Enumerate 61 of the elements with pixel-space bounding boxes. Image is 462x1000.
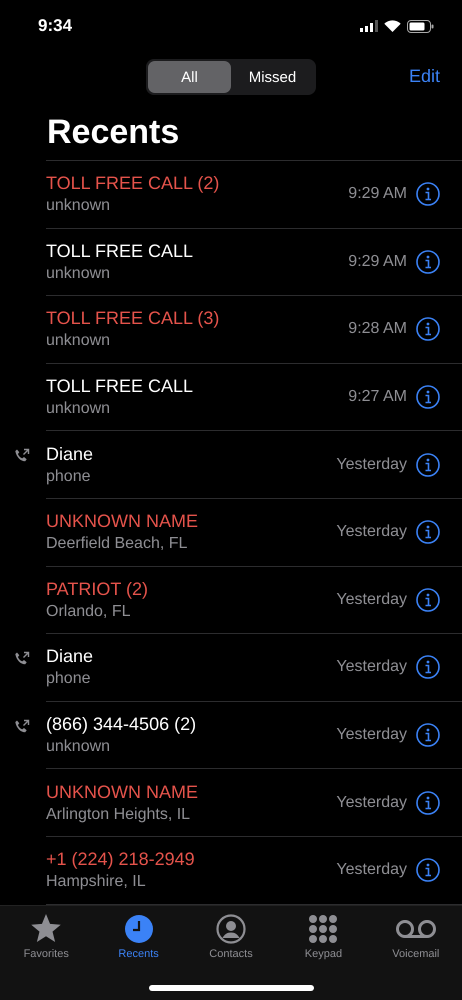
info-icon[interactable]	[416, 858, 440, 882]
caller-name: PATRIOT (2)	[46, 578, 150, 600]
call-time: Yesterday	[336, 726, 407, 744]
call-time: 9:27 AM	[348, 388, 407, 406]
caller-name: TOLL FREE CALL	[46, 240, 194, 262]
clock-icon	[124, 914, 154, 944]
call-time: Yesterday	[336, 456, 407, 474]
person-icon	[216, 914, 246, 944]
call-time: Yesterday	[336, 523, 407, 542]
info-icon[interactable]	[416, 588, 440, 612]
call-detail: Arlington Heights, IL	[46, 806, 192, 824]
caller-name: Diane	[46, 444, 94, 465]
call-detail: unknown	[46, 264, 112, 283]
call-detail: unknown	[46, 400, 112, 418]
caller-name: (866) 344-4506 (2)	[46, 714, 198, 736]
segment-tab[interactable]: Missed	[231, 61, 314, 93]
tab-bar-item[interactable]: Voicemail	[370, 906, 462, 1000]
keypad-icon	[308, 914, 338, 944]
call-time: Yesterday	[336, 590, 407, 609]
info-icon[interactable]	[416, 790, 440, 815]
info-icon[interactable]	[416, 723, 440, 748]
caller-name: UNKNOWN NAME	[46, 782, 199, 803]
caller-name: TOLL FREE CALL (3)	[46, 308, 220, 330]
call-detail: unknown	[46, 197, 112, 216]
page-title: Recents	[47, 112, 180, 153]
caller-name: Diane	[46, 646, 94, 668]
call-detail: unknown	[46, 332, 112, 350]
call-detail: Deerfield Beach, FL	[46, 535, 188, 554]
call-detail: Orlando, FL	[46, 602, 132, 621]
tab-bar-item[interactable]: Favorites	[0, 906, 92, 1000]
info-icon[interactable]	[416, 182, 440, 206]
segment-tab[interactable]: All	[148, 61, 231, 93]
wifi-icon	[384, 20, 401, 32]
call-detail: phone	[46, 468, 92, 486]
tab-bar-item[interactable]: Recents	[92, 906, 185, 1000]
tab-bar-item[interactable]: Keypad	[277, 906, 370, 1000]
call-detail: unknown	[46, 738, 112, 756]
call-time: 9:28 AM	[348, 320, 407, 338]
call-detail: Hampshire, IL	[46, 873, 147, 892]
info-icon[interactable]	[416, 655, 440, 680]
call-time: 9:29 AM	[348, 252, 407, 271]
star-icon	[30, 914, 62, 944]
call-time: Yesterday	[336, 794, 407, 812]
info-icon[interactable]	[416, 520, 440, 544]
caller-name: TOLL FREE CALL (2)	[46, 173, 220, 194]
info-icon[interactable]	[416, 317, 440, 342]
tab-bar-item[interactable]: Contacts	[184, 906, 278, 1000]
call-detail: phone	[46, 670, 92, 688]
caller-name: TOLL FREE CALL	[46, 376, 194, 398]
info-icon[interactable]	[416, 250, 440, 274]
call-time: 9:29 AM	[348, 185, 407, 204]
caller-name: +1 (224) 218-2949	[46, 849, 196, 870]
edit-button[interactable]: Edit	[408, 66, 440, 87]
battery-icon	[407, 20, 434, 32]
signal-icon	[360, 20, 378, 32]
call-time: Yesterday	[336, 861, 407, 880]
info-icon[interactable]	[416, 452, 440, 477]
status-time: 9:34	[38, 16, 72, 36]
caller-name: UNKNOWN NAME	[46, 511, 199, 532]
info-icon[interactable]	[416, 385, 440, 410]
call-time: Yesterday	[336, 658, 407, 676]
